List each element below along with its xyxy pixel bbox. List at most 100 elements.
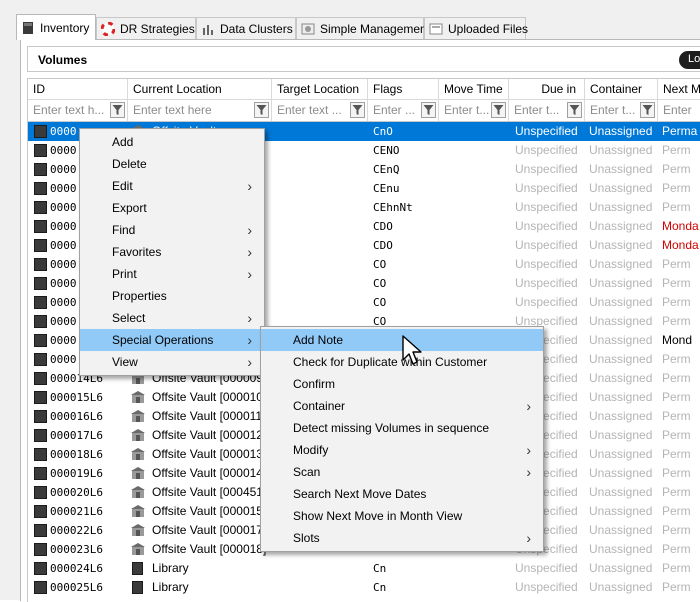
next-move: Perma: [662, 124, 698, 138]
container: Unassigned: [589, 580, 653, 594]
filter-icon[interactable]: [350, 102, 365, 118]
due-in: Unspecified: [515, 200, 578, 214]
menu-item-slots[interactable]: Slots ›: [261, 527, 543, 549]
column-header-3[interactable]: Flags Enter ...: [368, 79, 439, 121]
menu-item-label: Edit: [112, 179, 133, 193]
menu-item-view[interactable]: View ›: [80, 351, 264, 373]
chevron-right-icon: ›: [247, 178, 252, 194]
menu-item-edit[interactable]: Edit ›: [80, 175, 264, 197]
volume-id: 000025L6: [50, 581, 103, 594]
menu-item-label: Find: [112, 223, 136, 237]
due-in: Unspecified: [515, 181, 578, 195]
menu-item-search-next-move-dates[interactable]: Search Next Move Dates: [261, 483, 543, 505]
volume-id: 000020L6: [50, 486, 103, 499]
tab-label: Simple Management: [320, 21, 431, 36]
menu-item-modify[interactable]: Modify ›: [261, 439, 543, 461]
column-header-5[interactable]: Due in Enter t...: [509, 79, 585, 121]
current-location: Offsite Vault [000018]: [152, 542, 267, 556]
filter-icon[interactable]: [254, 102, 269, 118]
container: Unassigned: [589, 523, 653, 537]
next-move: Perm: [662, 314, 691, 328]
menu-item-label: Scan: [293, 465, 321, 479]
filter-placeholder: Enter text ...: [277, 103, 342, 117]
menu-item-label: Properties: [112, 289, 167, 303]
container: Unassigned: [589, 238, 653, 252]
menu-item-add[interactable]: Add: [80, 131, 264, 153]
column-title: Container: [590, 82, 643, 96]
tape-icon: [34, 562, 47, 575]
filter-icon[interactable]: [110, 102, 125, 118]
menu-item-delete[interactable]: Delete: [80, 153, 264, 175]
due-in: Unspecified: [515, 580, 578, 594]
filter-placeholder: Enter: [663, 103, 692, 117]
column-header-4[interactable]: Move Time Enter t...: [439, 79, 509, 121]
tab-simple-management[interactable]: Simple Management: [296, 17, 430, 39]
filter-icon[interactable]: [567, 102, 582, 118]
container: Unassigned: [589, 447, 653, 461]
container: Unassigned: [589, 390, 653, 404]
tape-icon: [34, 467, 47, 480]
filter-icon[interactable]: [491, 102, 506, 118]
vault-icon: [131, 467, 145, 480]
menu-item-export[interactable]: Export: [80, 197, 264, 219]
menu-item-show-next-move-in-month-view[interactable]: Show Next Move in Month View: [261, 505, 543, 527]
tape-icon: [34, 334, 47, 347]
column-header-0[interactable]: ID Enter text h...: [28, 79, 128, 121]
menu-item-detect-missing-volumes-in-sequence[interactable]: Detect missing Volumes in sequence: [261, 417, 543, 439]
next-move: Perm: [662, 504, 691, 518]
menu-item-select[interactable]: Select ›: [80, 307, 264, 329]
column-filter-input[interactable]: Enter t...: [439, 99, 508, 121]
flags: CENO: [373, 144, 400, 157]
tape-icon: [34, 448, 47, 461]
tab-uploaded-files[interactable]: Uploaded Files: [424, 17, 528, 39]
panel-toggle[interactable]: Lo: [679, 51, 700, 69]
chevron-right-icon: ›: [247, 266, 252, 282]
column-header-6[interactable]: Container Enter t...: [585, 79, 658, 121]
next-move: Perm: [662, 409, 691, 423]
menu-item-special-operations[interactable]: Special Operations ›: [80, 329, 264, 351]
menu-item-label: Special Operations: [112, 333, 214, 347]
container: Unassigned: [589, 409, 653, 423]
filter-icon[interactable]: [640, 102, 655, 118]
tape-icon: [34, 239, 47, 252]
column-filter-input[interactable]: Enter text here: [128, 99, 271, 121]
menu-item-container[interactable]: Container ›: [261, 395, 543, 417]
menu-item-properties[interactable]: Properties: [80, 285, 264, 307]
vault-icon: [131, 429, 145, 442]
column-header-7[interactable]: Next M Enter: [658, 79, 700, 121]
tape-icon: [34, 524, 47, 537]
due-in: Unspecified: [515, 124, 578, 138]
chevron-right-icon: ›: [247, 332, 252, 348]
menu-item-confirm[interactable]: Confirm: [261, 373, 543, 395]
volume-id: 000023L6: [50, 543, 103, 556]
container: Unassigned: [589, 257, 653, 271]
column-header-2[interactable]: Target Location Enter text ...: [272, 79, 368, 121]
tab-dr-strategies[interactable]: DR Strategies: [96, 17, 196, 39]
menu-item-favorites[interactable]: Favorites ›: [80, 241, 264, 263]
container: Unassigned: [589, 276, 653, 290]
column-filter-input[interactable]: Enter text ...: [272, 99, 367, 121]
tape-icon: [23, 21, 33, 34]
grid-body: 0000Offsite VaultCnOUnspecifiedUnassigne…: [28, 121, 700, 594]
column-filter-input[interactable]: Enter: [658, 99, 700, 121]
table-row[interactable]: 000025L6 Library Cn Unspecified Unassigned Pe…: [28, 578, 700, 597]
menu-item-scan[interactable]: Scan ›: [261, 461, 543, 483]
tab-data-clusters[interactable]: Data Clusters: [196, 17, 296, 39]
table-row[interactable]: 000024L6 Library Cn Unspecified Unassigned Pe…: [28, 559, 700, 578]
tab-inventory[interactable]: Inventory: [16, 14, 96, 40]
column-filter-input[interactable]: Enter t...: [585, 99, 657, 121]
menu-item-print[interactable]: Print ›: [80, 263, 264, 285]
current-location: Offsite Vault [000012: [152, 428, 263, 442]
panel-title: Volumes: [38, 53, 88, 67]
column-filter-input[interactable]: Enter text h...: [28, 99, 127, 121]
menu-item-find[interactable]: Find ›: [80, 219, 264, 241]
column-header-1[interactable]: Current Location Enter text here: [128, 79, 272, 121]
container: Unassigned: [589, 371, 653, 385]
column-filter-input[interactable]: Enter ...: [368, 99, 438, 121]
next-move: Perm: [662, 390, 691, 404]
flags: CEhnNt: [373, 201, 413, 214]
container: Unassigned: [589, 314, 653, 328]
column-filter-input[interactable]: Enter t...: [509, 99, 584, 121]
filter-icon[interactable]: [421, 102, 436, 118]
volume-id: 000017L6: [50, 429, 103, 442]
